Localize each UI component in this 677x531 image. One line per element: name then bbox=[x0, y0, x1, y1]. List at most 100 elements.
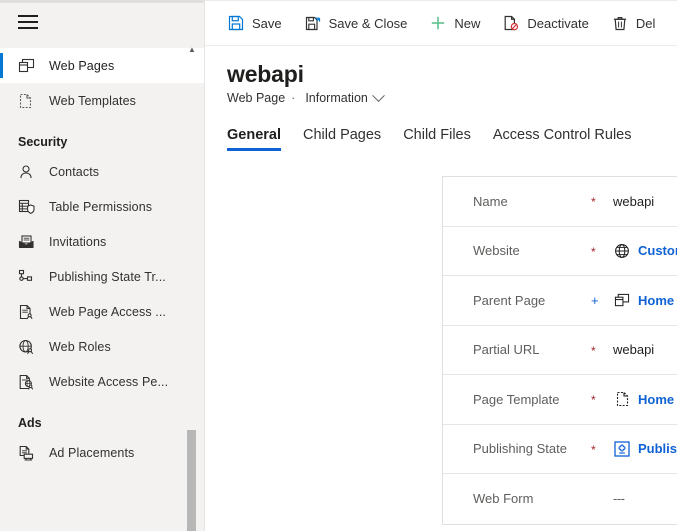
sidebar-item-label: Ad Placements bbox=[49, 445, 135, 460]
recommended-indicator: + bbox=[591, 293, 599, 309]
main-content: Save Save & Close New Deactivate Del web… bbox=[205, 0, 677, 531]
globe-icon bbox=[613, 242, 631, 260]
publishing-state-transitions-icon bbox=[18, 267, 40, 287]
field-row-publishing-state: Publishing State * Published bbox=[443, 425, 677, 474]
field-row-partial-url: Partial URL * webapi bbox=[443, 326, 677, 375]
entity-name: Web Page bbox=[227, 91, 286, 105]
web-pages-icon bbox=[18, 56, 40, 76]
sidebar-item-label: Web Page Access ... bbox=[49, 304, 167, 319]
tab-general[interactable]: General bbox=[227, 127, 281, 151]
save-and-close-icon bbox=[304, 14, 322, 32]
field-row-web-form: Web Form --- bbox=[443, 474, 677, 524]
sidebar-item-web-pages[interactable]: Web Pages bbox=[0, 48, 204, 83]
web-roles-icon bbox=[18, 337, 40, 357]
field-label: Website bbox=[473, 243, 520, 259]
sidebar-item-publishing-state-transitions[interactable]: Publishing State Tr... bbox=[0, 259, 204, 294]
sidebar-item-label: Web Templates bbox=[49, 93, 136, 108]
sidebar-item-label: Web Roles bbox=[49, 339, 111, 354]
field-value-text: Home bbox=[638, 391, 675, 407]
command-label: New bbox=[454, 15, 481, 31]
invitations-icon bbox=[18, 232, 40, 252]
sidebar-item-contacts[interactable]: Contacts bbox=[0, 154, 204, 189]
form-selector-label[interactable]: Information bbox=[305, 91, 368, 105]
tab-child-files[interactable]: Child Files bbox=[403, 127, 471, 151]
scroll-up-arrow-icon[interactable]: ▲ bbox=[187, 45, 197, 55]
scrollbar-thumb[interactable] bbox=[187, 430, 196, 531]
web-page-access-icon bbox=[18, 302, 40, 322]
sidebar-top-strip bbox=[0, 0, 204, 3]
web-templates-icon bbox=[18, 91, 40, 111]
save-button[interactable]: Save bbox=[219, 3, 290, 43]
sidebar-item-invitations[interactable]: Invitations bbox=[0, 224, 204, 259]
save-icon bbox=[227, 14, 245, 32]
web-pages-icon bbox=[613, 291, 631, 309]
required-indicator: * bbox=[591, 244, 596, 259]
sidebar-item-website-access-permissions[interactable]: Website Access Pe... bbox=[0, 364, 204, 399]
new-button[interactable]: New bbox=[421, 3, 488, 43]
plus-icon bbox=[429, 14, 447, 32]
sidebar-nav-list: Web Pages Web Templates Security Contact… bbox=[0, 44, 204, 470]
sidebar-header bbox=[0, 0, 204, 44]
delete-button[interactable]: Del bbox=[603, 3, 664, 43]
record-header: webapi Web Page · Information bbox=[205, 46, 677, 105]
sidebar-item-label: Publishing State Tr... bbox=[49, 269, 166, 284]
field-row-page-template: Page Template * Home bbox=[443, 375, 677, 425]
publishing-state-field-value[interactable]: Published bbox=[613, 440, 677, 458]
page-template-icon bbox=[613, 390, 631, 408]
deactivate-button[interactable]: Deactivate bbox=[494, 3, 596, 43]
field-row-name: Name * webapi bbox=[443, 177, 677, 227]
field-label: Partial URL bbox=[473, 342, 540, 358]
field-value-text: Published bbox=[638, 441, 677, 457]
website-field-value[interactable]: Custom Portal bbox=[613, 242, 677, 260]
site-map-menu-icon[interactable] bbox=[18, 15, 38, 29]
command-bar: Save Save & Close New Deactivate Del bbox=[205, 0, 677, 46]
field-label: Publishing State bbox=[473, 441, 567, 457]
table-permissions-icon bbox=[18, 197, 40, 217]
field-row-parent-page: Parent Page + Home bbox=[443, 276, 677, 326]
name-field-value[interactable]: webapi bbox=[613, 194, 654, 209]
sidebar-item-label: Website Access Pe... bbox=[49, 374, 169, 389]
sidebar-group-ads: Ads bbox=[18, 416, 42, 430]
parent-page-field-value[interactable]: Home bbox=[613, 291, 674, 309]
sidebar-item-table-permissions[interactable]: Table Permissions bbox=[0, 189, 204, 224]
field-label: Page Template bbox=[473, 391, 560, 407]
partial-url-field-value[interactable]: webapi bbox=[613, 342, 654, 357]
sidebar-item-web-page-access[interactable]: Web Page Access ... bbox=[0, 294, 204, 329]
field-label: Parent Page bbox=[473, 292, 546, 308]
website-access-permissions-icon bbox=[18, 372, 40, 392]
sidebar-group-security: Security bbox=[18, 135, 68, 149]
publishing-state-icon bbox=[613, 440, 631, 458]
page-template-field-value[interactable]: Home bbox=[613, 390, 674, 408]
deactivate-icon bbox=[502, 14, 520, 32]
sidebar-scrollbar[interactable]: ▲ bbox=[186, 45, 198, 531]
sidebar-item-label: Web Pages bbox=[49, 58, 115, 73]
tab-access-control-rules[interactable]: Access Control Rules bbox=[493, 127, 632, 151]
required-indicator: * bbox=[591, 442, 596, 457]
required-indicator: * bbox=[591, 195, 596, 210]
field-label: Web Form bbox=[473, 491, 534, 507]
page-title: webapi bbox=[227, 61, 304, 87]
sidebar-item-web-templates[interactable]: Web Templates bbox=[0, 83, 204, 118]
tab-child-pages[interactable]: Child Pages bbox=[303, 127, 381, 151]
required-indicator: * bbox=[591, 393, 596, 408]
required-indicator: * bbox=[591, 343, 596, 358]
command-label: Save & Close bbox=[328, 15, 408, 31]
required-indicator bbox=[591, 498, 613, 500]
command-label: Del bbox=[635, 15, 656, 31]
save-and-close-button[interactable]: Save & Close bbox=[296, 3, 416, 43]
form-tabs: General Child Pages Child Files Access C… bbox=[205, 119, 677, 151]
ad-placements-icon bbox=[18, 443, 40, 463]
field-value-text: Home bbox=[638, 292, 675, 308]
app-window: Web Pages Web Templates Security Contact… bbox=[0, 0, 677, 531]
contacts-icon bbox=[18, 162, 40, 182]
sidebar: Web Pages Web Templates Security Contact… bbox=[0, 0, 205, 531]
web-form-field-value[interactable]: --- bbox=[613, 491, 625, 506]
subtitle-separator: · bbox=[291, 91, 296, 105]
command-label: Deactivate bbox=[527, 15, 589, 31]
form-fields-card: Name * webapi Website * Custo Parent Pag… bbox=[442, 176, 677, 525]
sidebar-item-ad-placements[interactable]: Ad Placements bbox=[0, 435, 204, 470]
field-row-website: Website * Custom Portal bbox=[443, 227, 677, 276]
sidebar-item-label: Contacts bbox=[49, 164, 100, 179]
chevron-down-icon[interactable] bbox=[371, 88, 385, 102]
sidebar-item-web-roles[interactable]: Web Roles bbox=[0, 329, 204, 364]
